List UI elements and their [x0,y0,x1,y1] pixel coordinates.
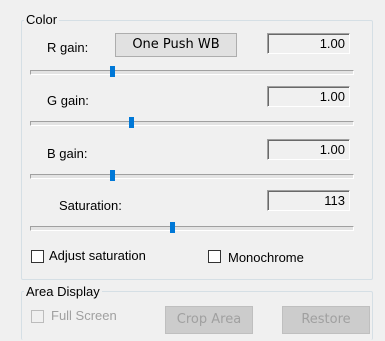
saturation-value: 113 [267,190,350,211]
b-gain-value: 1.00 [267,139,350,160]
monochrome-label[interactable]: Monochrome [228,250,304,265]
r-gain-label: R gain: [47,40,89,55]
full-screen-label: Full Screen [51,308,117,323]
b-gain-slider[interactable] [30,170,354,181]
monochrome-checkbox[interactable] [208,250,221,263]
color-group-title: Color [24,12,60,27]
g-gain-slider[interactable] [30,117,354,128]
adjust-saturation-checkbox[interactable] [31,250,44,263]
one-push-wb-button[interactable]: One Push WB [115,33,237,57]
r-gain-slider[interactable] [30,66,354,77]
r-gain-value: 1.00 [267,33,350,54]
adjust-saturation-label[interactable]: Adjust saturation [49,248,146,263]
full-screen-checkbox[interactable] [31,310,44,323]
g-gain-label: G gain: [47,93,89,108]
restore-button[interactable]: Restore [282,306,370,334]
g-gain-value: 1.00 [267,86,350,107]
crop-area-button[interactable]: Crop Area [165,306,253,334]
b-gain-slider-thumb[interactable] [110,170,115,181]
saturation-label: Saturation: [59,198,122,213]
b-gain-label: B gain: [47,146,88,161]
area-display-group-title: Area Display [24,284,102,299]
saturation-slider[interactable] [30,222,354,233]
r-gain-slider-thumb[interactable] [110,66,115,77]
g-gain-slider-thumb[interactable] [129,117,134,128]
saturation-slider-thumb[interactable] [170,222,175,233]
